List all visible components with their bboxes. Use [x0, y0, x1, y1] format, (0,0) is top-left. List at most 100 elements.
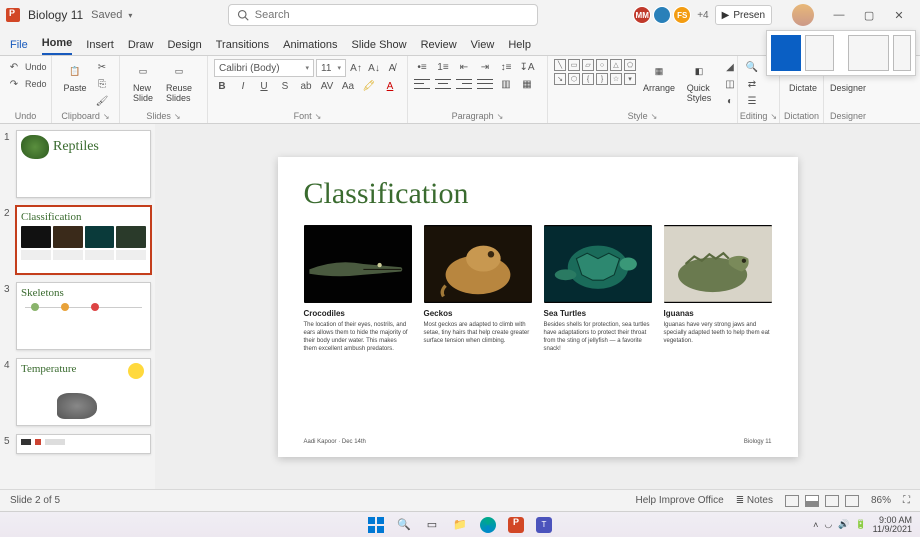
avatar[interactable] — [653, 6, 671, 24]
snap-layout-right[interactable] — [805, 35, 835, 71]
shape-fill-button[interactable]: ◢ — [722, 59, 738, 75]
minimize-button[interactable]: — — [824, 0, 854, 30]
grow-font-button[interactable]: A↑ — [348, 60, 364, 76]
format-painter-button[interactable]: 🖌 — [94, 93, 110, 109]
align-center-button[interactable] — [435, 76, 451, 92]
teams-icon[interactable]: T — [535, 516, 553, 534]
snap-layout-narrow[interactable] — [893, 35, 912, 71]
volume-icon[interactable]: 🔊 — [838, 519, 849, 530]
tab-slideshow[interactable]: Slide Show — [352, 35, 407, 55]
normal-view-button[interactable] — [785, 495, 799, 507]
tab-review[interactable]: Review — [421, 35, 457, 55]
thumbnail-4[interactable]: Temperature — [16, 358, 151, 426]
slide-canvas[interactable]: Classification Crocodiles The location o… — [155, 124, 920, 489]
chevron-up-icon[interactable]: ˄ — [813, 520, 818, 530]
search-input[interactable] — [255, 9, 529, 21]
indent-dec-button[interactable]: ⇤ — [456, 59, 472, 75]
explorer-icon[interactable]: 📁 — [451, 516, 469, 534]
highlight-button[interactable]: 🖍 — [361, 78, 377, 94]
tab-animations[interactable]: Animations — [283, 35, 337, 55]
avatar[interactable]: MM — [633, 6, 651, 24]
sorter-view-button[interactable] — [805, 495, 819, 507]
font-name-select[interactable]: Calibri (Body)▾ — [214, 59, 314, 77]
underline-button[interactable]: U — [256, 78, 272, 94]
align-right-button[interactable] — [456, 76, 472, 92]
arrange-button[interactable]: ▦Arrange — [642, 59, 676, 95]
thumbnail-5[interactable] — [16, 434, 151, 454]
card-crocodiles[interactable]: Crocodiles The location of their eyes, n… — [304, 225, 412, 433]
zoom-level[interactable]: 86% — [871, 495, 891, 506]
launcher-icon[interactable]: ↘ — [315, 112, 322, 121]
spacing-button[interactable]: AV — [319, 78, 335, 94]
snap-layout-wide[interactable] — [848, 35, 889, 71]
font-color-button[interactable]: A — [382, 78, 398, 94]
tab-view[interactable]: View — [471, 35, 495, 55]
search-box[interactable] — [228, 4, 538, 26]
columns-button[interactable]: ▥ — [498, 76, 514, 92]
fit-button[interactable]: ⛶ — [903, 495, 910, 506]
wifi-icon[interactable]: ◡ — [824, 519, 832, 530]
edge-icon[interactable] — [479, 516, 497, 534]
card-iguanas[interactable]: Iguanas Iguanas have very strong jaws an… — [664, 225, 772, 433]
tab-draw[interactable]: Draw — [128, 35, 154, 55]
avatar[interactable]: FS — [673, 6, 691, 24]
quick-styles-button[interactable]: ◧Quick Styles — [682, 59, 716, 105]
tab-home[interactable]: Home — [42, 33, 73, 55]
maximize-button[interactable]: ▢ — [854, 0, 884, 30]
thumbnail-1[interactable]: Reptiles — [16, 130, 151, 198]
cut-button[interactable]: ✂ — [94, 59, 110, 75]
tab-file[interactable]: File — [10, 35, 28, 55]
extra-collaborators[interactable]: +4 — [697, 10, 708, 21]
start-button[interactable] — [367, 516, 385, 534]
reading-view-button[interactable] — [825, 495, 839, 507]
shrink-font-button[interactable]: A↓ — [366, 60, 382, 76]
strike-button[interactable]: S — [277, 78, 293, 94]
text-direction-button[interactable]: ↧A — [519, 59, 535, 75]
help-improve-link[interactable]: Help Improve Office — [636, 495, 724, 506]
line-spacing-button[interactable]: ↕≡ — [498, 59, 514, 75]
notes-button[interactable]: ≣ Notes — [736, 495, 773, 506]
tab-help[interactable]: Help — [508, 35, 531, 55]
shape-outline-button[interactable]: ◫ — [722, 76, 738, 92]
bullets-button[interactable]: •≡ — [414, 59, 430, 75]
snap-layout-overlay[interactable] — [766, 30, 916, 76]
case-button[interactable]: Aa — [340, 78, 356, 94]
new-slide-button[interactable]: ▭New Slide — [126, 59, 160, 105]
select-button[interactable]: ☰ — [744, 93, 760, 109]
save-state[interactable]: Saved — [91, 9, 122, 21]
task-view-icon[interactable]: ▭ — [423, 516, 441, 534]
launcher-icon[interactable]: ↘ — [497, 112, 504, 121]
indent-inc-button[interactable]: ⇥ — [477, 59, 493, 75]
align-left-button[interactable] — [414, 76, 430, 92]
system-tray[interactable]: ˄ ◡ 🔊 🔋 9:00 AM11/9/2021 — [813, 516, 912, 534]
smartart-button[interactable]: ▦ — [519, 76, 535, 92]
copy-button[interactable]: ⎘ — [94, 76, 110, 92]
launcher-icon[interactable]: ↘ — [103, 112, 110, 121]
thumbnail-3[interactable]: Skeletons — [16, 282, 151, 350]
taskbar-search-icon[interactable]: 🔍 — [395, 516, 413, 534]
launcher-icon[interactable]: ↘ — [174, 112, 181, 121]
clock[interactable]: 9:00 AM11/9/2021 — [873, 516, 912, 534]
tab-insert[interactable]: Insert — [86, 35, 114, 55]
present-button[interactable]: ▶ Presen — [715, 5, 772, 25]
shape-effects-button[interactable]: ◐ — [722, 93, 738, 109]
powerpoint-taskbar-icon[interactable]: P — [507, 516, 525, 534]
battery-icon[interactable]: 🔋 — [855, 519, 866, 530]
font-size-select[interactable]: 11▾ — [316, 59, 346, 77]
close-button[interactable]: ✕ — [884, 0, 914, 30]
card-geckos[interactable]: Geckos Most geckos are adapted to climb … — [424, 225, 532, 433]
shadow-button[interactable]: ab — [298, 78, 314, 94]
document-title[interactable]: Biology 11 — [28, 8, 83, 22]
numbering-button[interactable]: 1≡ — [435, 59, 451, 75]
tab-transitions[interactable]: Transitions — [216, 35, 269, 55]
reuse-slides-button[interactable]: ▭Reuse Slides — [162, 59, 196, 105]
shapes-gallery[interactable]: ╲▭▱○△⬠ ↘⬡{}☆▾ — [554, 59, 636, 85]
launcher-icon[interactable]: ↘ — [770, 112, 777, 121]
slide-heading[interactable]: Classification — [304, 177, 772, 211]
thumbnail-2[interactable]: Classification — [16, 206, 151, 274]
bold-button[interactable]: B — [214, 78, 230, 94]
launcher-icon[interactable]: ↘ — [651, 112, 658, 121]
tab-design[interactable]: Design — [167, 35, 201, 55]
redo-button[interactable]: ↷Redo — [6, 76, 47, 92]
paste-button[interactable]: 📋Paste — [58, 59, 92, 95]
